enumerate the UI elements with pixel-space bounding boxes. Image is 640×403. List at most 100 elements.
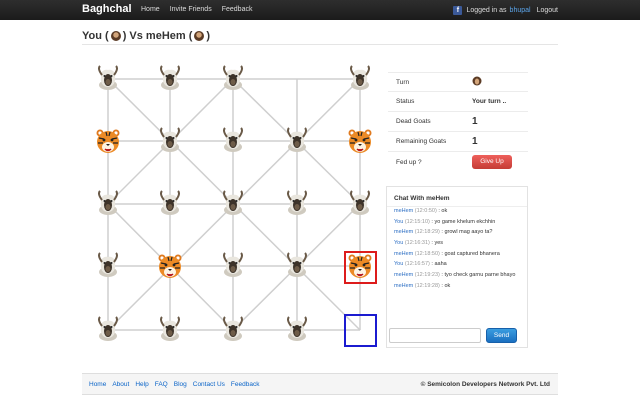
give-up-button[interactable]: Give Up xyxy=(472,155,512,169)
chat-message-text: : ok xyxy=(441,282,451,289)
title-end: ) xyxy=(206,29,211,42)
title-vs: ) Vs meHem ( xyxy=(122,29,193,42)
dead-goats-value: 1 xyxy=(472,116,478,127)
dead-goats-row: Dead Goats 1 xyxy=(388,112,528,132)
chat-message-who: You xyxy=(394,240,404,247)
nav-feedback[interactable]: Feedback xyxy=(222,6,253,13)
goat-piece-icon[interactable] xyxy=(156,190,184,218)
chat-title: Chat With meHem xyxy=(394,195,450,202)
footer-link-feedback[interactable]: Feedback xyxy=(231,381,260,388)
chat-divider xyxy=(387,206,527,207)
chat-message-time: (12:19:28) xyxy=(414,282,440,289)
chat-messages: meHem (12:0:50) : ok You (12:15:10) : yo … xyxy=(394,208,524,294)
top-navbar: Baghchal Home Invite Friends Feedback f … xyxy=(0,0,640,20)
status-row: Status Your turn .. xyxy=(388,92,528,112)
chat-message: meHem (12:0:50) : ok xyxy=(394,208,524,216)
goat-piece-icon[interactable] xyxy=(283,190,311,218)
chat-message-time: (12:18:50) xyxy=(414,250,440,257)
chat-panel: Chat With meHem meHem (12:0:50) : ok You … xyxy=(386,186,528,348)
empty-board-cell[interactable] xyxy=(283,65,311,93)
target-cell-highlight[interactable] xyxy=(344,314,377,347)
footer-link-blog[interactable]: Blog xyxy=(174,381,187,388)
status-value: Your turn .. xyxy=(472,98,507,105)
chat-message: meHem (12:19:28) : ok xyxy=(394,283,524,291)
title-you: You ( xyxy=(82,29,109,42)
page-title: You ( ) Vs meHem ( ) xyxy=(82,27,558,45)
goat-piece-icon[interactable] xyxy=(219,316,247,344)
chat-message-who: You xyxy=(394,261,404,268)
goat-piece-icon[interactable] xyxy=(94,316,122,344)
brand-logo[interactable]: Baghchal xyxy=(82,3,132,15)
chat-message: meHem (12:18:50) : goat captured bhanera xyxy=(394,251,524,259)
goat-piece-icon[interactable] xyxy=(156,65,184,93)
selected-tiger-highlight xyxy=(344,251,377,284)
chat-message-who: meHem xyxy=(394,229,414,236)
remaining-goats-value: 1 xyxy=(472,136,478,147)
chat-message-text: : growl mag aayo ta? xyxy=(441,229,493,236)
goat-piece-icon[interactable] xyxy=(94,252,122,280)
goat-piece-icon[interactable] xyxy=(94,65,122,93)
tiger-piece-icon[interactable] xyxy=(94,127,122,155)
chat-message-time: (12:19:23) xyxy=(414,272,440,279)
logout-link[interactable]: Logout xyxy=(537,7,558,14)
chat-message: meHem (12:19:23) : tyo check garnu parne… xyxy=(394,272,524,280)
chat-message: You (12:16:31) : yes xyxy=(394,240,524,248)
goat-piece-icon[interactable] xyxy=(219,190,247,218)
footer-link-about[interactable]: About xyxy=(112,381,129,388)
chat-message-text: : goat captured bhanera xyxy=(441,250,500,257)
chat-message-time: (12:15:10) xyxy=(404,218,430,225)
nav-home[interactable]: Home xyxy=(141,6,160,13)
footer-links: Home About Help FAQ Blog Contact Us Feed… xyxy=(89,381,259,388)
footer-link-contact[interactable]: Contact Us xyxy=(193,381,225,388)
footer-link-faq[interactable]: FAQ xyxy=(155,381,168,388)
status-label: Status xyxy=(396,98,415,105)
turn-indicator-icon xyxy=(472,76,482,88)
chat-message-who: meHem xyxy=(394,208,414,214)
chat-message-who: meHem xyxy=(394,282,414,289)
opponent-avatar xyxy=(194,30,205,41)
chat-message-text: : aaha xyxy=(431,261,447,268)
copyright: © Semicolon Developers Network Pvt. Ltd xyxy=(420,381,550,388)
chat-message: You (12:16:57) : aaha xyxy=(394,261,524,269)
goat-piece-icon[interactable] xyxy=(156,127,184,155)
chat-message-who: meHem xyxy=(394,250,414,257)
chat-message: meHem (12:18:29) : growl mag aayo ta? xyxy=(394,229,524,237)
chat-message-time: (12:0:50) xyxy=(414,208,437,214)
turn-row: Turn xyxy=(388,72,528,92)
logged-in-label: Logged in as xyxy=(466,7,507,14)
nav-invite-friends[interactable]: Invite Friends xyxy=(170,6,212,13)
goat-piece-icon[interactable] xyxy=(346,190,374,218)
goat-piece-icon[interactable] xyxy=(156,316,184,344)
goat-piece-icon[interactable] xyxy=(283,316,311,344)
footer-link-help[interactable]: Help xyxy=(135,381,148,388)
goat-piece-icon[interactable] xyxy=(219,127,247,155)
game-info-panel: Turn Status Your turn .. Dead Goats 1 Re… xyxy=(388,72,528,172)
login-status: f Logged in as bhupal Logout xyxy=(453,6,558,15)
username-link[interactable]: bhupal xyxy=(510,7,531,14)
send-button[interactable]: Send xyxy=(486,328,517,343)
player-avatar xyxy=(110,30,121,41)
chat-message-text: : tyo check garnu parne bhayo xyxy=(441,272,516,279)
chat-input[interactable] xyxy=(389,328,481,343)
chat-message-time: (12:18:29) xyxy=(414,229,440,236)
chat-message: You (12:15:10) : yo game khelum ekchhin xyxy=(394,219,524,227)
turn-label: Turn xyxy=(396,78,410,86)
footer-link-home[interactable]: Home xyxy=(89,381,106,388)
chat-message-who: You xyxy=(394,218,404,225)
chat-message-time: (12:16:57) xyxy=(404,261,430,268)
goat-piece-icon[interactable] xyxy=(346,65,374,93)
goat-piece-icon[interactable] xyxy=(283,127,311,155)
chat-message-text: : yes xyxy=(431,240,444,247)
goat-piece-icon[interactable] xyxy=(283,252,311,280)
goat-piece-icon[interactable] xyxy=(219,65,247,93)
fed-up-row: Fed up ? Give Up xyxy=(388,152,528,172)
chat-message-who: meHem xyxy=(394,272,414,279)
chat-message-text: : ok xyxy=(438,208,448,214)
tiger-piece-icon[interactable] xyxy=(346,127,374,155)
goat-piece-icon[interactable] xyxy=(219,252,247,280)
remaining-goats-row: Remaining Goats 1 xyxy=(388,132,528,152)
goat-piece-icon[interactable] xyxy=(94,190,122,218)
remaining-goats-label: Remaining Goats xyxy=(396,138,447,145)
tiger-piece-icon[interactable] xyxy=(156,252,184,280)
main-nav: Home Invite Friends Feedback xyxy=(141,6,252,13)
